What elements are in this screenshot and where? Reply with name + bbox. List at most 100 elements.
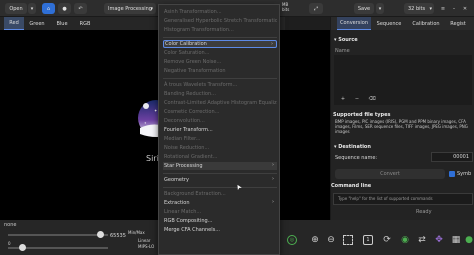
mirror-icon[interactable]: ⇄: [417, 235, 427, 245]
menu-item[interactable]: Rotational Gradient...: [163, 153, 277, 161]
open-button[interactable]: Open: [5, 3, 27, 14]
add-icon[interactable]: +: [339, 96, 347, 102]
menu-item-label: Background Extraction...: [164, 191, 226, 197]
menu-item[interactable]: Geometry ›: [163, 176, 277, 184]
status-icon[interactable]: ●: [465, 235, 473, 245]
menu-item-label: Color Calibration: [165, 41, 207, 47]
minmax-label[interactable]: Min/Max: [128, 230, 145, 235]
menu-separator: [163, 37, 277, 38]
zoom-one-icon[interactable]: 1: [363, 235, 373, 245]
menu-item[interactable]: Background Extraction...: [163, 190, 277, 198]
menu-item[interactable]: Histogram Transformation...: [163, 26, 277, 34]
zoom-out-icon[interactable]: ⊖: [326, 235, 336, 245]
menu-item-label: Negative Transformation: [164, 68, 226, 74]
bit-depth-combo[interactable]: 32 bits ▾: [404, 3, 434, 14]
sequence-name-input[interactable]: 00001: [431, 152, 473, 162]
mips-label[interactable]: MIPS-LO: [138, 244, 154, 249]
menu-item[interactable]: Generalised Hyperbolic Stretch Transform…: [163, 17, 277, 25]
menu-item-label: Deconvolution...: [164, 118, 205, 124]
tab-blue[interactable]: Blue: [52, 17, 72, 30]
menu-item-label: Contrast-Limited Adaptive Histogram Equa…: [164, 100, 277, 106]
supported-types-text: BMP images, PIC images (IRIS), PGM and P…: [335, 119, 468, 134]
command-input[interactable]: Type "help" for the list of supported co…: [333, 193, 473, 205]
destination-section-title[interactable]: ▾ Destination: [334, 144, 371, 150]
menu-item-label: Extraction: [164, 200, 190, 206]
menu-item[interactable]: Merge CFA Channels...: [163, 226, 277, 234]
minimize-icon[interactable]: –: [449, 3, 459, 14]
photometry-icon[interactable]: ◉: [400, 235, 410, 245]
menu-item-label: Rotational Gradient...: [164, 154, 218, 160]
remove-icon[interactable]: −: [353, 96, 361, 102]
close-icon[interactable]: ✕: [460, 3, 470, 14]
undo-button[interactable]: ↶: [74, 3, 87, 14]
menu-item[interactable]: Star Processing ›: [163, 162, 277, 170]
bit-depth-label: 32 bits: [408, 5, 426, 12]
menu-item[interactable]: Noise Reduction...: [163, 144, 277, 152]
menu-item-label: Remove Green Noise...: [164, 59, 222, 65]
image-processing-combo[interactable]: Image Processing ▾: [104, 3, 156, 14]
menu-item-label: Color Saturation...: [164, 50, 210, 56]
menu-item[interactable]: Extraction ›: [163, 199, 277, 207]
convert-button[interactable]: Convert: [335, 169, 445, 179]
save-as-button[interactable]: ▾: [376, 3, 384, 14]
menu-item[interactable]: Fourier Transform...: [163, 126, 277, 134]
zoom-in-icon[interactable]: ⊕: [310, 235, 320, 245]
min-slider-thumb[interactable]: [19, 244, 26, 251]
auto-stretch-icon[interactable]: ◎: [287, 235, 297, 245]
menu-item[interactable]: RGB Compositing...: [163, 217, 277, 225]
folder-icon: ⌂: [46, 5, 51, 12]
livestack-button[interactable]: ●: [58, 3, 71, 14]
expand-icon: ⤢: [313, 5, 318, 12]
menu-item[interactable]: Banding Reduction...: [163, 90, 277, 98]
tab-red[interactable]: Red: [4, 17, 24, 30]
save-button[interactable]: Save: [354, 3, 374, 14]
menu-item-label: Noise Reduction...: [164, 145, 210, 151]
menu-icon[interactable]: ≡: [438, 3, 448, 14]
record-icon: ●: [62, 5, 67, 12]
cwd-button[interactable]: ⌂: [42, 3, 55, 14]
symlink-checkbox[interactable]: [449, 171, 455, 177]
menu-item-label: Cosmetic Correction...: [164, 109, 220, 115]
command-placeholder: Type "help" for the list of supported co…: [338, 196, 433, 201]
tab-registration[interactable]: Regist: [447, 17, 469, 30]
tab-rgb[interactable]: RGB: [76, 17, 94, 30]
menu-item[interactable]: Negative Transformation: [163, 67, 277, 75]
menu-item[interactable]: Linear Match...: [163, 208, 277, 216]
menu-item[interactable]: Cosmetic Correction...: [163, 108, 277, 116]
menu-separator: [163, 78, 277, 79]
right-panel: Conversion Sequence Calibration Regist ▾…: [330, 17, 474, 220]
menu-separator: [163, 187, 277, 188]
symlink-label: Symb: [457, 171, 472, 177]
menu-item-label: Linear Match...: [164, 209, 202, 215]
menu-item-label: Fourier Transform...: [164, 127, 213, 133]
tab-sequence[interactable]: Sequence: [373, 17, 405, 30]
linear-label[interactable]: Linear: [138, 238, 150, 243]
max-slider-thumb[interactable]: [97, 231, 104, 238]
memory-indicator: MB bits: [282, 2, 302, 15]
menu-item[interactable]: Color Saturation...: [163, 49, 277, 57]
annotate-icon[interactable]: ✥: [434, 235, 444, 245]
chevron-right-icon: ›: [272, 176, 274, 182]
menu-separator: [163, 173, 277, 174]
tab-conversion[interactable]: Conversion: [337, 17, 371, 30]
menu-item[interactable]: Median Filter...: [163, 135, 277, 143]
tab-green[interactable]: Green: [26, 17, 48, 30]
menu-item-label: Banding Reduction...: [164, 91, 216, 97]
zoom-fit-icon[interactable]: [343, 235, 353, 245]
command-line-title: Command line: [331, 183, 372, 189]
clear-icon[interactable]: ⌫: [367, 96, 377, 102]
menu-item[interactable]: À trous Wavelets Transform...: [163, 81, 277, 89]
menu-item[interactable]: Asinh Transformation...: [163, 8, 277, 16]
source-section-title[interactable]: ▾ Source: [334, 37, 358, 43]
menu-item[interactable]: Contrast-Limited Adaptive Histogram Equa…: [163, 99, 277, 107]
recent-dropdown-button[interactable]: ▾: [28, 3, 36, 14]
menu-item-label: RGB Compositing...: [164, 218, 213, 224]
tab-calibration[interactable]: Calibration: [409, 17, 443, 30]
menu-item[interactable]: Color Calibration ›: [163, 40, 277, 48]
fullscreen-button[interactable]: ⤢: [309, 3, 323, 14]
rotate-icon[interactable]: ⟳: [382, 235, 392, 245]
menu-item[interactable]: Deconvolution...: [163, 117, 277, 125]
max-slider-track[interactable]: [8, 234, 108, 236]
menu-item[interactable]: Remove Green Noise...: [163, 58, 277, 66]
grid-icon[interactable]: ▦: [451, 235, 461, 245]
